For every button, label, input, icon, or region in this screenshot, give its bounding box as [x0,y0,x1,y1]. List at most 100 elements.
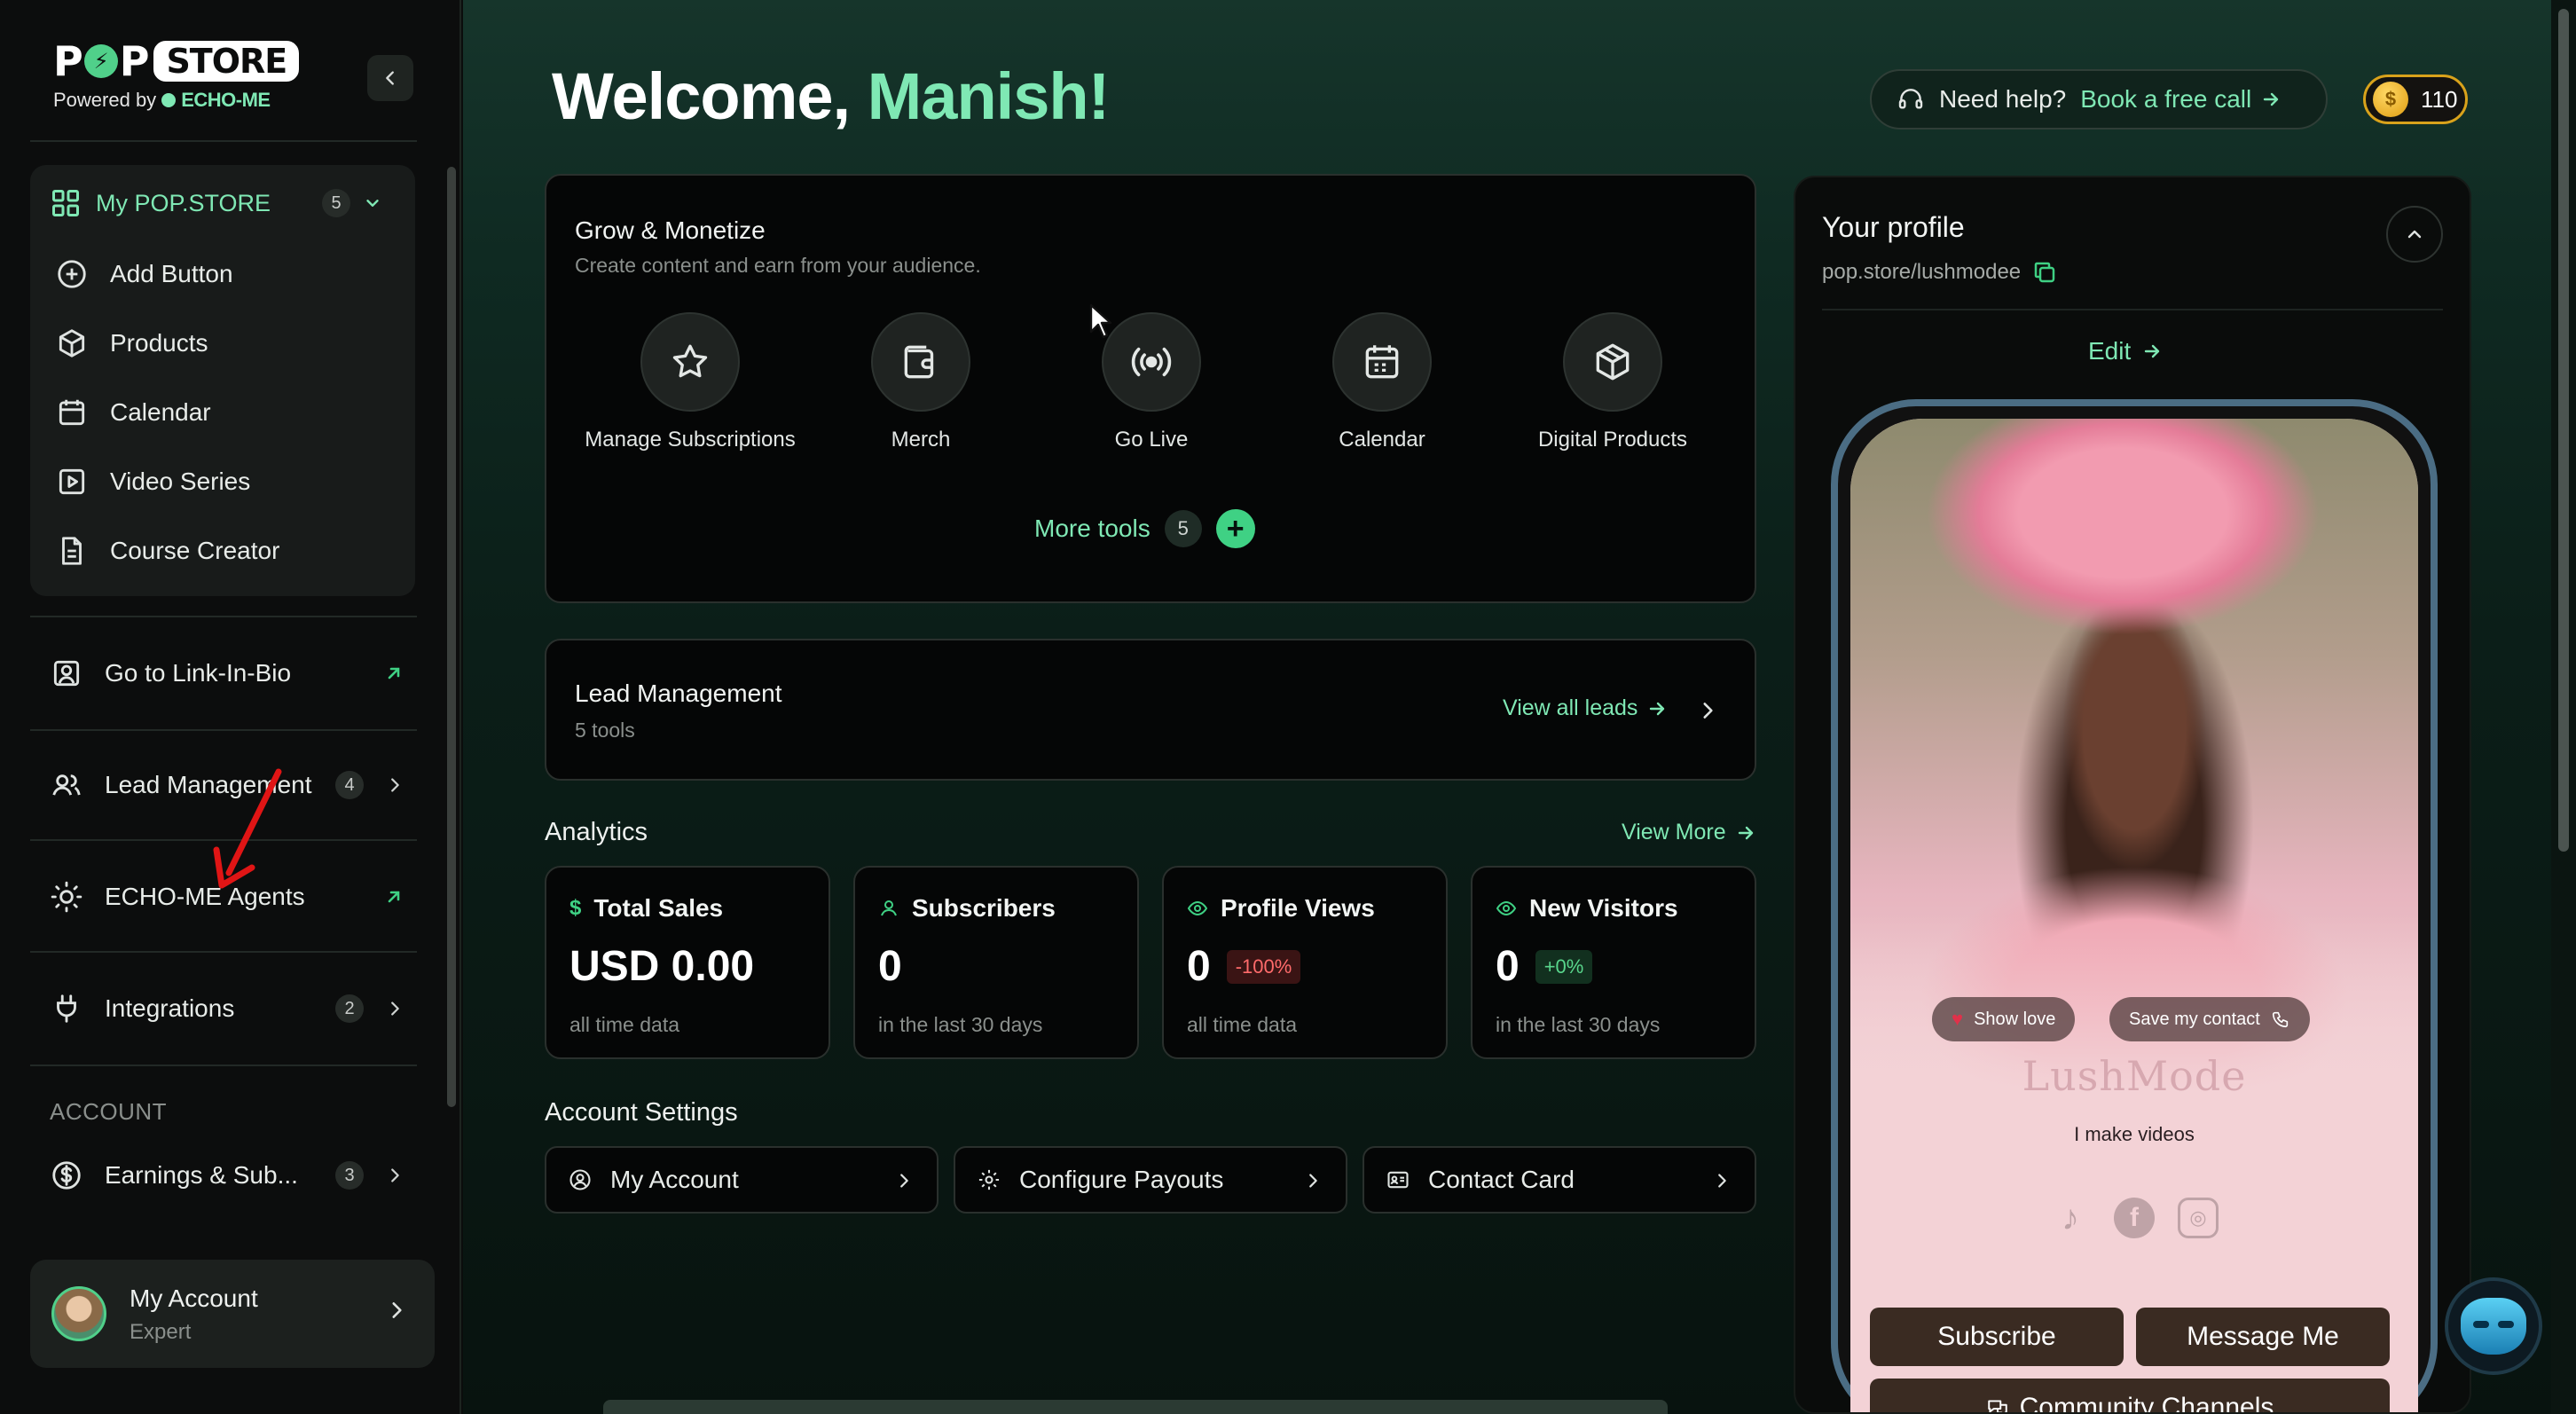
profile-url[interactable]: pop.store/lushmodee [1822,259,2058,286]
nav-integrations[interactable]: Integrations 2 [50,992,404,1025]
help-question: Need help? [1939,85,2067,113]
tool-digital-products[interactable]: Digital Products [1497,312,1728,452]
account-name: My Account [130,1284,258,1312]
phone-icon [2272,1011,2289,1028]
configure-payouts-button[interactable]: Configure Payouts [954,1146,1347,1214]
social-links: ♪ f ◎ [1850,1198,2418,1238]
dollar-circle-icon [52,1161,81,1190]
chevron-right-icon [391,778,399,792]
user-icon [881,900,897,916]
bottom-edge-bar [603,1400,1668,1414]
nav-link-in-bio[interactable]: Go to Link-In-Bio [50,656,404,690]
community-channels-button[interactable]: Community Channels [1870,1379,2390,1412]
stat-card-total-sales[interactable]: $ Total Sales USD 0.00 all time data [545,866,830,1059]
popstore-logo[interactable]: P ⚡ P STORE Powered by ECHO-ME [53,41,300,112]
show-love-label: Show love [1974,1009,2056,1029]
phone-preview: ♥ Show love Save my contact LushMode I m… [1831,399,2438,1412]
more-tools-button[interactable]: More tools 5 + [1034,509,1255,548]
save-contact-button[interactable]: Save my contact [2109,997,2310,1041]
arrow-right-icon [1650,702,1665,715]
coin-balance[interactable]: $ 110 [2363,75,2468,124]
contact-card-button[interactable]: Contact Card [1363,1146,1756,1214]
menu-item-label: Calendar [110,398,211,426]
facebook-icon[interactable]: f [2114,1198,2155,1238]
main-scrollbar[interactable] [2551,0,2576,1414]
more-tools-count: 5 [1164,510,1202,547]
tool-calendar[interactable]: Calendar [1267,312,1497,452]
stat-label: Profile Views [1221,894,1375,922]
account-settings-title: Account Settings [545,1098,738,1127]
copy-icon[interactable] [2031,259,2058,286]
tool-label: Manage Subscriptions [585,428,796,452]
sidebar: P ⚡ P STORE Powered by ECHO-ME My POP.STOR… [0,0,461,1414]
view-more-label: View More [1622,820,1726,844]
subscribe-label: Subscribe [1937,1322,2056,1351]
stat-card-new-visitors[interactable]: New Visitors 0 +0% in the last 30 days [1471,866,1756,1059]
headset-icon [1898,89,1923,109]
menu-item-add-button[interactable]: Add Button [55,257,233,291]
robot-face-icon [2461,1298,2526,1355]
tool-label: Merch [891,428,951,452]
stat-card-subscribers[interactable]: Subscribers 0 in the last 30 days [853,866,1139,1059]
menu-item-products[interactable]: Products [55,326,208,360]
assistant-chat-button[interactable] [2445,1277,2542,1375]
tool-manage-subscriptions[interactable]: Manage Subscriptions [575,312,805,452]
scrollbar-thumb[interactable] [2558,9,2569,852]
profile-card: Your profile pop.store/lushmodee Edit ♥ … [1794,176,2471,1414]
edit-label: Edit [2088,337,2132,365]
grid-icon [52,190,79,216]
my-popstore-header[interactable]: My POP.STORE 5 [50,183,404,224]
edit-profile-link[interactable]: Edit [2088,337,2163,365]
profile-url-text: pop.store/lushmodee [1822,260,2022,284]
stat-foot: in the last 30 days [878,1013,1043,1036]
stat-foot: all time data [569,1013,680,1036]
message-me-button[interactable]: Message Me [2136,1308,2390,1366]
integrations-count-badge: 2 [335,994,364,1023]
external-arrow-icon [383,663,404,684]
message-label: Message Me [2187,1322,2339,1351]
instagram-icon[interactable]: ◎ [2178,1198,2219,1238]
logo-store-text: STORE [153,41,300,82]
menu-item-course-creator[interactable]: Course Creator [55,534,279,568]
account-card[interactable]: My Account Expert [30,1260,435,1368]
tool-merch[interactable]: Merch [805,312,1036,452]
chevron-right-icon [1309,1174,1317,1188]
users-icon [52,774,81,796]
earnings-count-badge: 3 [335,1161,364,1190]
chevron-down-icon [366,200,379,207]
view-more-link[interactable]: View More [1622,820,1756,845]
play-square-icon [59,468,85,495]
divider [30,140,417,142]
tool-go-live[interactable]: Go Live [1036,312,1267,452]
collapse-profile-button[interactable] [2386,206,2443,263]
divider [30,729,417,731]
help-pill[interactable]: Need help? Book a free call [1870,69,2328,130]
setting-label: Configure Payouts [1019,1166,1224,1193]
stat-label: Subscribers [912,894,1056,922]
annotation-arrow-icon [213,768,282,889]
plug-icon [57,994,76,1023]
my-account-button[interactable]: My Account [545,1146,939,1214]
tiktok-icon[interactable]: ♪ [2050,1198,2091,1238]
menu-item-calendar[interactable]: Calendar [55,396,211,429]
chevron-right-icon [391,1002,399,1016]
menu-item-video-series[interactable]: Video Series [55,465,250,499]
view-all-leads-link[interactable]: View all leads [1503,695,1668,721]
book-call-link[interactable]: Book a free call [2080,85,2251,114]
stat-card-profile-views[interactable]: Profile Views 0 -100% all time data [1162,866,1448,1059]
eye-icon [1187,900,1208,916]
mouse-cursor-icon [1089,303,1112,339]
plus-circle-icon [58,260,86,288]
chevron-left-icon [386,71,394,85]
show-love-button[interactable]: ♥ Show love [1932,997,2076,1041]
wallet-icon [904,345,934,379]
document-icon [62,537,82,565]
eye-icon [1496,900,1517,916]
calendar-icon [1365,345,1399,379]
subscribe-button[interactable]: Subscribe [1870,1308,2124,1366]
nav-earnings[interactable]: Earnings & Sub... 3 [50,1159,404,1192]
stat-foot: in the last 30 days [1496,1013,1661,1036]
collapse-sidebar-button[interactable] [367,55,413,101]
sidebar-scrollbar[interactable] [447,167,456,1107]
leads-subtitle: 5 tools [575,719,635,742]
